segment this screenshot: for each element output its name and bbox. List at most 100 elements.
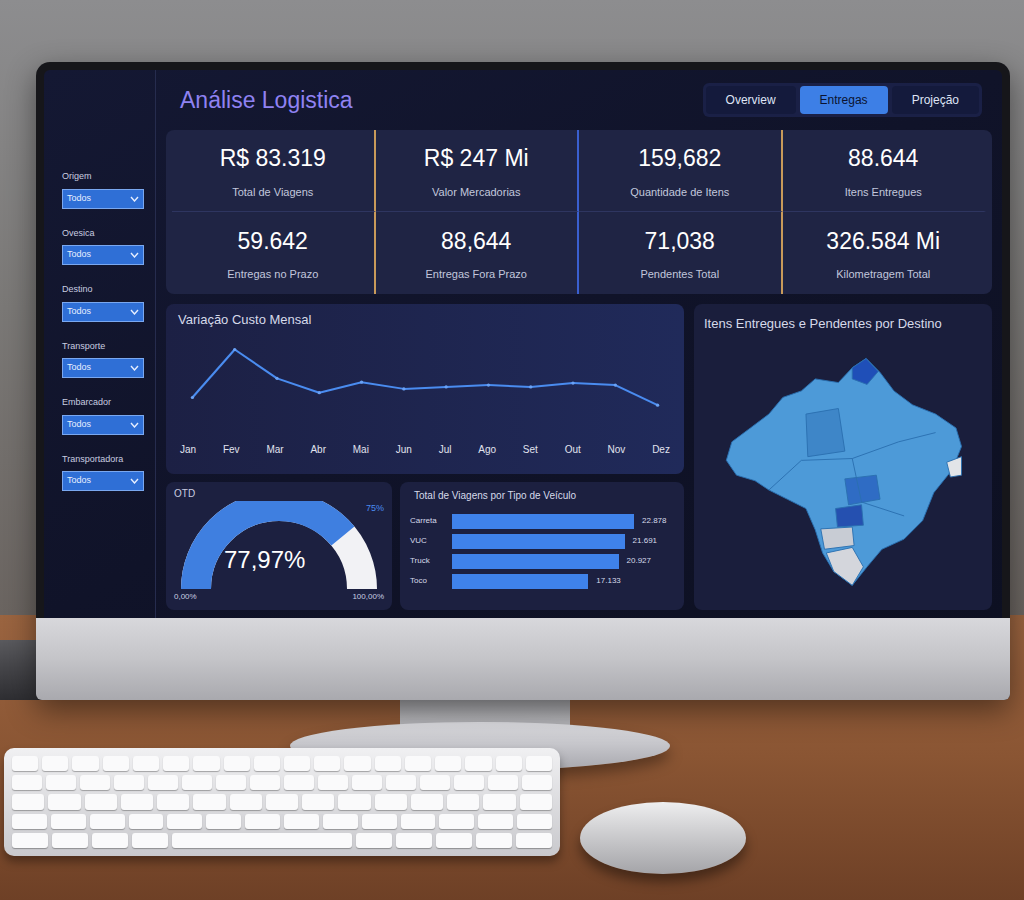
filter-dropdown[interactable]: Todos: [62, 189, 144, 209]
bar-reading: 20.927: [627, 555, 651, 567]
key[interactable]: [224, 756, 250, 771]
key[interactable]: [356, 833, 392, 848]
keyboard[interactable]: [4, 748, 560, 856]
key[interactable]: [90, 814, 125, 829]
key[interactable]: [338, 794, 370, 809]
key[interactable]: [476, 833, 512, 848]
chevron-down-icon: [130, 422, 139, 428]
key[interactable]: [250, 775, 280, 790]
key[interactable]: [526, 756, 552, 771]
key[interactable]: [302, 794, 334, 809]
key[interactable]: [454, 775, 484, 790]
key[interactable]: [375, 756, 401, 771]
key[interactable]: [80, 775, 110, 790]
kpi-card: 88.644Itens Entregues: [783, 130, 987, 212]
key[interactable]: [386, 775, 416, 790]
key[interactable]: [103, 756, 129, 771]
key[interactable]: [352, 775, 382, 790]
key[interactable]: [465, 756, 491, 771]
key[interactable]: [121, 794, 153, 809]
key[interactable]: [436, 833, 472, 848]
key[interactable]: [163, 756, 189, 771]
data-point: [444, 385, 447, 388]
key[interactable]: [193, 794, 225, 809]
kpi-card: 59.642Entregas no Prazo: [172, 212, 376, 294]
key[interactable]: [12, 833, 48, 848]
key[interactable]: [132, 833, 168, 848]
key[interactable]: [478, 814, 513, 829]
key[interactable]: [92, 833, 128, 848]
key[interactable]: [375, 794, 407, 809]
key[interactable]: [167, 814, 202, 829]
key[interactable]: [517, 814, 552, 829]
brazil-map: [704, 340, 982, 590]
chart-title: Total de Viagens por Tipo de Veículo: [410, 488, 674, 503]
key[interactable]: [344, 756, 370, 771]
key[interactable]: [362, 814, 397, 829]
key[interactable]: [42, 756, 68, 771]
key[interactable]: [51, 814, 86, 829]
filter-dropdown[interactable]: Todos: [62, 471, 144, 491]
key[interactable]: [314, 756, 340, 771]
mouse[interactable]: [580, 802, 746, 874]
key[interactable]: [447, 794, 479, 809]
key[interactable]: [206, 814, 241, 829]
key[interactable]: [230, 794, 262, 809]
key[interactable]: [216, 775, 246, 790]
key[interactable]: [12, 814, 47, 829]
key[interactable]: [483, 794, 515, 809]
key[interactable]: [12, 775, 42, 790]
key[interactable]: [48, 794, 80, 809]
key[interactable]: [496, 756, 522, 771]
key[interactable]: [516, 833, 552, 848]
key[interactable]: [522, 775, 552, 790]
key[interactable]: [254, 756, 280, 771]
kpi-label: Entregas Fora Prazo: [426, 266, 528, 283]
key[interactable]: [435, 756, 461, 771]
filter: OvesicaTodos: [62, 227, 149, 266]
kpi-label: Total de Viagens: [232, 184, 313, 201]
key[interactable]: [12, 794, 44, 809]
filter-dropdown[interactable]: Todos: [62, 415, 144, 435]
tab[interactable]: Overview: [706, 86, 796, 114]
tab[interactable]: Entregas: [800, 86, 888, 114]
key[interactable]: [12, 756, 38, 771]
key[interactable]: [46, 775, 76, 790]
key[interactable]: [318, 775, 348, 790]
key[interactable]: [193, 756, 219, 771]
key[interactable]: [114, 775, 144, 790]
key[interactable]: [85, 794, 117, 809]
key[interactable]: [148, 775, 178, 790]
filter-dropdown[interactable]: Todos: [62, 358, 144, 378]
key[interactable]: [520, 794, 552, 809]
key[interactable]: [72, 756, 98, 771]
filter-label: Embarcador: [62, 396, 149, 410]
key[interactable]: [488, 775, 518, 790]
filter-value: Todos: [67, 361, 91, 375]
key[interactable]: [172, 833, 352, 848]
tab[interactable]: Projeção: [892, 86, 979, 114]
data-point: [529, 385, 532, 388]
key[interactable]: [396, 833, 432, 848]
filter-dropdown[interactable]: Todos: [62, 245, 144, 265]
key-row: [12, 756, 552, 771]
key[interactable]: [284, 814, 319, 829]
key[interactable]: [266, 794, 298, 809]
chevron-down-icon: [130, 365, 139, 371]
filter-dropdown[interactable]: Todos: [62, 302, 144, 322]
key[interactable]: [245, 814, 280, 829]
key[interactable]: [157, 794, 189, 809]
key[interactable]: [284, 756, 310, 771]
key[interactable]: [52, 833, 88, 848]
key[interactable]: [401, 814, 436, 829]
key[interactable]: [182, 775, 212, 790]
key[interactable]: [411, 794, 443, 809]
key[interactable]: [439, 814, 474, 829]
key[interactable]: [323, 814, 358, 829]
key[interactable]: [420, 775, 450, 790]
key[interactable]: [405, 756, 431, 771]
key[interactable]: [129, 814, 164, 829]
key[interactable]: [133, 756, 159, 771]
filter-value: Todos: [67, 418, 91, 432]
key[interactable]: [284, 775, 314, 790]
